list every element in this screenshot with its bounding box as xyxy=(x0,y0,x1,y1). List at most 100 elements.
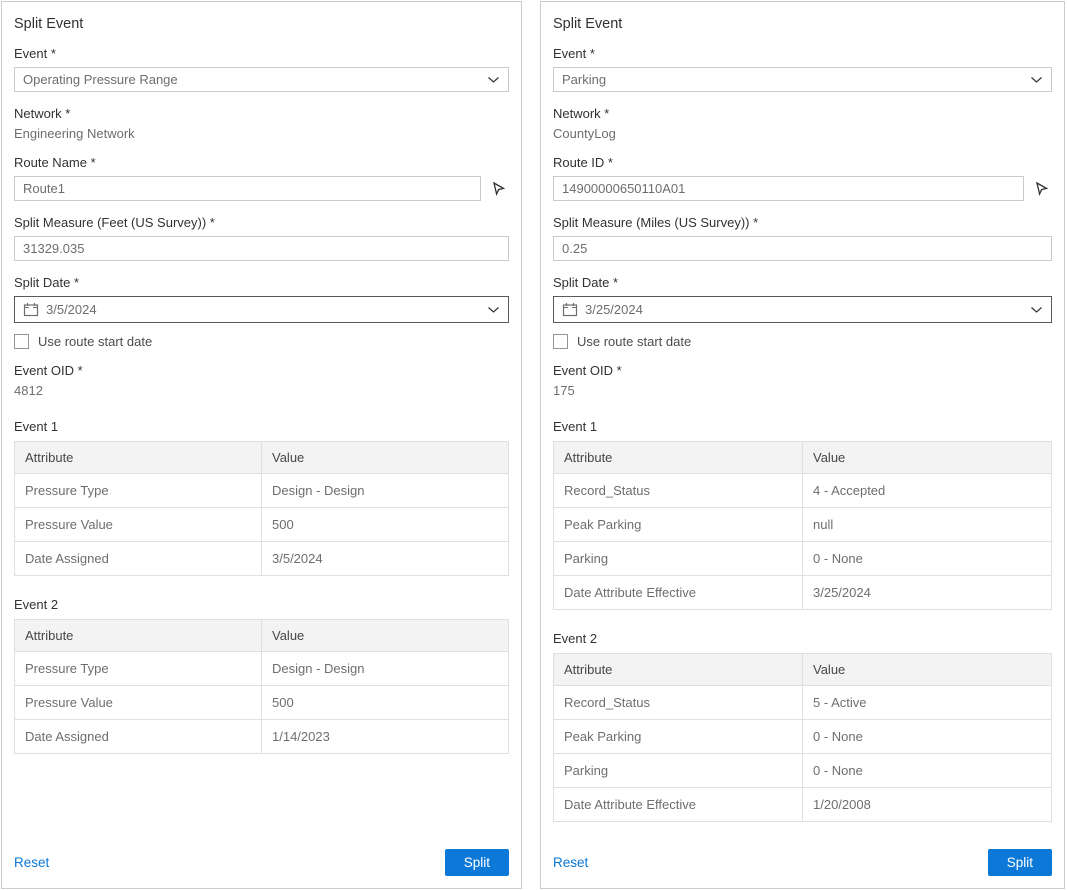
event-2-title: Event 2 xyxy=(553,631,1052,646)
table-row: Peak Parking0 - None xyxy=(554,720,1052,754)
calendar-icon xyxy=(562,302,578,317)
table-cell: Design - Design xyxy=(262,474,509,508)
table-cell: Parking xyxy=(554,542,803,576)
event-oid-label: Event OID * xyxy=(553,363,1052,378)
use-route-start-date-option[interactable]: Use route start date xyxy=(14,334,509,349)
table-cell: Record_Status xyxy=(554,686,803,720)
route-picker-icon xyxy=(491,181,506,196)
route-input[interactable] xyxy=(14,176,481,201)
use-route-start-date-checkbox[interactable] xyxy=(14,334,29,349)
use-route-start-date-checkbox[interactable] xyxy=(553,334,568,349)
split-event-panel-right: Split Event Event * Parking Network * Co… xyxy=(540,1,1065,889)
route-picker-icon xyxy=(1034,181,1049,196)
column-header: Attribute xyxy=(15,620,262,652)
table-cell: 1/20/2008 xyxy=(803,788,1052,822)
measure-input[interactable] xyxy=(553,236,1052,261)
measure-label: Split Measure (Feet (US Survey)) * xyxy=(14,215,509,230)
network-value: Engineering Network xyxy=(14,126,509,141)
event-1-table: AttributeValueRecord_Status4 - AcceptedP… xyxy=(553,441,1052,610)
table-cell: Pressure Type xyxy=(15,652,262,686)
date-label: Split Date * xyxy=(14,275,509,290)
use-route-start-date-option[interactable]: Use route start date xyxy=(553,334,1052,349)
network-label: Network * xyxy=(14,106,509,121)
event-1-title: Event 1 xyxy=(14,419,509,434)
event-label: Event * xyxy=(14,46,509,61)
date-picker[interactable]: 3/25/2024 xyxy=(553,296,1052,323)
page-title: Split Event xyxy=(14,16,509,32)
table-cell: 500 xyxy=(262,508,509,542)
column-header: Attribute xyxy=(554,654,803,686)
event-2-table: AttributeValuePressure TypeDesign - Desi… xyxy=(14,619,509,754)
table-cell: Pressure Value xyxy=(15,508,262,542)
route-picker-button[interactable] xyxy=(487,177,509,201)
route-label: Route ID * xyxy=(553,155,1052,170)
network-value: CountyLog xyxy=(553,126,1052,141)
checkbox-label: Use route start date xyxy=(577,334,691,349)
table-header-row: AttributeValue xyxy=(15,620,509,652)
chevron-down-icon xyxy=(1030,306,1043,314)
event-oid-value: 4812 xyxy=(14,383,509,398)
event-2-title: Event 2 xyxy=(14,597,509,612)
table-cell: 1/14/2023 xyxy=(262,720,509,754)
event-select[interactable]: Parking xyxy=(553,67,1052,92)
table-cell: Date Attribute Effective xyxy=(554,788,803,822)
date-picker[interactable]: 3/5/2024 xyxy=(14,296,509,323)
table-cell: null xyxy=(803,508,1052,542)
table-cell: 0 - None xyxy=(803,542,1052,576)
table-row: Record_Status4 - Accepted xyxy=(554,474,1052,508)
reset-button[interactable]: Reset xyxy=(553,855,588,870)
route-input[interactable] xyxy=(553,176,1024,201)
table-cell: Peak Parking xyxy=(554,720,803,754)
table-row: Parking0 - None xyxy=(554,754,1052,788)
table-cell: 4 - Accepted xyxy=(803,474,1052,508)
column-header: Value xyxy=(262,620,509,652)
table-row: Parking0 - None xyxy=(554,542,1052,576)
chevron-down-icon xyxy=(487,306,500,314)
table-cell: Design - Design xyxy=(262,652,509,686)
split-button[interactable]: Split xyxy=(988,849,1052,876)
table-row: Date Assigned1/14/2023 xyxy=(15,720,509,754)
checkbox-label: Use route start date xyxy=(38,334,152,349)
table-cell: Date Assigned xyxy=(15,720,262,754)
table-cell: 5 - Active xyxy=(803,686,1052,720)
date-label: Split Date * xyxy=(553,275,1052,290)
date-value: 3/5/2024 xyxy=(46,302,487,317)
calendar-icon xyxy=(23,302,39,317)
table-cell: Date Assigned xyxy=(15,542,262,576)
table-header-row: AttributeValue xyxy=(15,442,509,474)
table-header-row: AttributeValue xyxy=(554,442,1052,474)
table-row: Peak Parkingnull xyxy=(554,508,1052,542)
route-picker-button[interactable] xyxy=(1030,177,1052,201)
event-oid-value: 175 xyxy=(553,383,1052,398)
column-header: Value xyxy=(262,442,509,474)
table-row: Date Attribute Effective3/25/2024 xyxy=(554,576,1052,610)
table-row: Pressure Value500 xyxy=(15,686,509,720)
chevron-down-icon xyxy=(1030,76,1043,84)
column-header: Attribute xyxy=(554,442,803,474)
measure-input[interactable] xyxy=(14,236,509,261)
table-cell: 0 - None xyxy=(803,720,1052,754)
page-title: Split Event xyxy=(553,16,1052,32)
event-select-value: Operating Pressure Range xyxy=(23,72,487,87)
measure-label: Split Measure (Miles (US Survey)) * xyxy=(553,215,1052,230)
column-header: Attribute xyxy=(15,442,262,474)
table-header-row: AttributeValue xyxy=(554,654,1052,686)
event-1-table: AttributeValuePressure TypeDesign - Desi… xyxy=(14,441,509,576)
table-cell: 3/5/2024 xyxy=(262,542,509,576)
table-row: Pressure TypeDesign - Design xyxy=(15,474,509,508)
split-event-panel-left: Split Event Event * Operating Pressure R… xyxy=(1,1,522,889)
table-cell: 3/25/2024 xyxy=(803,576,1052,610)
table-cell: 500 xyxy=(262,686,509,720)
network-label: Network * xyxy=(553,106,1052,121)
table-row: Date Assigned3/5/2024 xyxy=(15,542,509,576)
event-select[interactable]: Operating Pressure Range xyxy=(14,67,509,92)
column-header: Value xyxy=(803,442,1052,474)
split-button[interactable]: Split xyxy=(445,849,509,876)
table-cell: 0 - None xyxy=(803,754,1052,788)
column-header: Value xyxy=(803,654,1052,686)
table-cell: Record_Status xyxy=(554,474,803,508)
table-row: Record_Status5 - Active xyxy=(554,686,1052,720)
date-value: 3/25/2024 xyxy=(585,302,1030,317)
table-row: Date Attribute Effective1/20/2008 xyxy=(554,788,1052,822)
reset-button[interactable]: Reset xyxy=(14,855,49,870)
